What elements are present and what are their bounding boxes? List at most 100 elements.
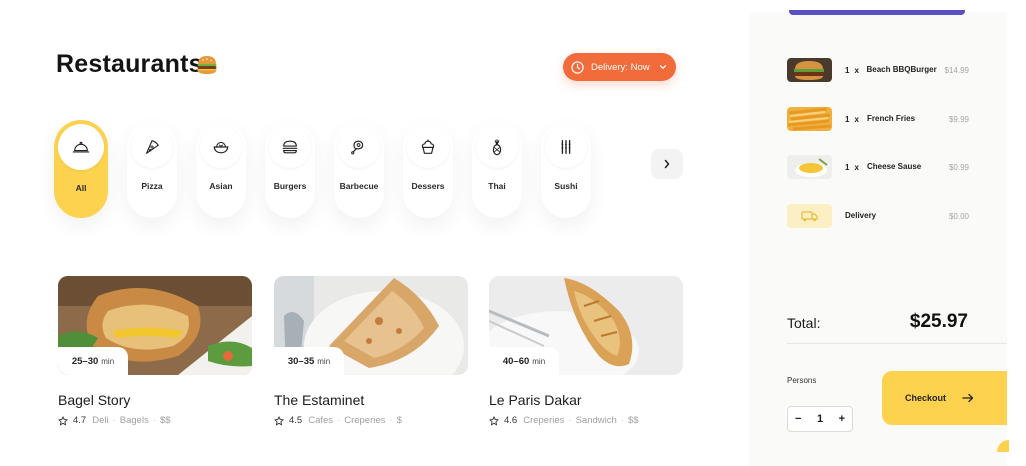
panel-top-accent — [789, 10, 965, 15]
cupcake-icon — [421, 139, 435, 154]
restaurant-rating: 4.5 — [289, 415, 303, 426]
total-value: $25.97 — [909, 311, 968, 332]
restaurant-name: The Estaminet — [274, 392, 365, 408]
checkout-label: Checkout — [905, 393, 947, 403]
delivery-time-unit: min — [532, 356, 546, 366]
restaurant-tag: Bagels — [119, 415, 149, 426]
order-item-thumbnail — [787, 155, 832, 179]
order-item-qty-value: 1 — [845, 162, 850, 172]
restaurant-meta: 4.7 Deli · Bagels · $$ — [58, 415, 252, 426]
category-thai[interactable]: Thai — [472, 122, 522, 218]
order-item-qty: 1x — [845, 66, 866, 75]
tag-separator: · — [389, 415, 393, 426]
order-item-qty: 1x — [845, 163, 867, 172]
tag-separator: · — [112, 415, 116, 426]
chopsticks-icon — [561, 140, 571, 154]
persons-stepper: − 1 + — [787, 406, 853, 432]
tag-separator: · — [337, 415, 341, 426]
category-sushi[interactable]: Sushi — [541, 122, 591, 218]
restaurant-tag: Deli — [92, 415, 109, 426]
delivery-price: $0.00 — [948, 211, 969, 221]
order-item-qty-value: 1 — [845, 114, 850, 124]
chevron-right-icon — [664, 159, 670, 169]
category-label: Burgers — [273, 181, 307, 191]
cloche-icon — [72, 141, 90, 153]
category-pizza[interactable]: Pizza — [127, 122, 177, 218]
delivery-time-unit: min — [101, 356, 115, 366]
order-item-name: French Fries — [867, 114, 916, 123]
meat-icon — [351, 140, 364, 155]
category-label: Asian — [209, 181, 233, 191]
category-label: Pizza — [141, 181, 163, 191]
restaurant-card[interactable]: 25–30 min Bagel Story 4.7 Deli · Bagels … — [58, 276, 252, 426]
categories-next-button[interactable] — [651, 149, 683, 179]
order-item[interactable]: 1x Cheese Sause $0.99 — [787, 154, 969, 180]
delivery-time-dropdown[interactable]: Delivery: Now — [563, 53, 676, 81]
order-item-price: $0.99 — [948, 162, 969, 172]
restaurant-photo: 25–30 min — [58, 276, 252, 375]
category-burgers[interactable]: Burgers — [265, 122, 315, 218]
restaurant-tag: Cafes — [308, 415, 334, 426]
category-desserts[interactable]: Dessers — [403, 122, 453, 218]
cheese-sauce-thumbnail-image — [787, 155, 832, 179]
restaurant-name: Bagel Story — [58, 392, 131, 408]
order-item-price: $14.99 — [944, 65, 969, 75]
delivery-time-value: 30–35 — [287, 355, 315, 367]
persons-label: Persons — [787, 376, 817, 385]
restaurant-tag: Sandwich — [575, 415, 617, 426]
order-item-name: Beach BBQBurger — [866, 65, 937, 74]
category-label: Dessers — [411, 181, 445, 191]
category-label: Sushi — [554, 181, 578, 191]
restaurant-price-level: $$ — [160, 415, 171, 426]
chevron-down-icon — [659, 65, 666, 70]
star-icon — [489, 415, 499, 425]
order-item-times: x — [854, 114, 859, 124]
restaurant-photo: 40–60 min — [489, 276, 683, 375]
order-item[interactable]: 1x French Fries $9.99 — [787, 106, 969, 132]
page-title: Restaurants — [56, 50, 203, 78]
restaurant-name: Le Paris Dakar — [489, 392, 582, 408]
clock-icon — [571, 60, 584, 74]
category-label: Barbecue — [339, 181, 379, 191]
burger-thumbnail-image — [787, 58, 832, 82]
restaurant-tag: Creperies — [344, 415, 386, 426]
restaurant-meta: 4.6 Creperies · Sandwich · $$ — [489, 415, 683, 426]
divider — [787, 343, 1007, 344]
category-all[interactable]: All — [54, 120, 108, 218]
restaurant-rating: 4.6 — [504, 415, 518, 426]
tag-separator: · — [568, 415, 572, 426]
persons-increment-button[interactable]: + — [839, 413, 845, 425]
order-delivery-row: Delivery $0.00 — [787, 203, 969, 229]
burger-emoji-icon — [197, 56, 217, 74]
persons-count: 1 — [816, 413, 824, 425]
order-item-price: $9.99 — [948, 114, 969, 124]
delivery-truck-icon — [787, 204, 832, 228]
restaurant-card[interactable]: 30–35 min The Estaminet 4.5 Cafes · Crep… — [274, 276, 468, 426]
order-item-name: Cheese Sause — [867, 162, 922, 171]
total-label: Total: — [787, 315, 821, 331]
restaurant-tag: Creperies — [523, 415, 565, 426]
category-asian[interactable]: Asian — [196, 122, 246, 218]
order-item-times: x — [854, 162, 859, 172]
order-panel: 1x Beach BBQBurger $14.99 1x French Frie… — [749, 10, 1009, 466]
tag-separator: · — [152, 415, 156, 426]
delivery-time-unit: min — [317, 356, 331, 366]
delivery-name: Delivery — [845, 211, 877, 220]
delivery-thumbnail — [787, 204, 832, 228]
category-barbecue[interactable]: Barbecue — [334, 122, 384, 218]
tag-separator: · — [620, 415, 624, 426]
corner-accent — [997, 440, 1009, 452]
persons-decrement-button[interactable]: − — [795, 413, 801, 425]
star-icon — [58, 415, 68, 425]
restaurant-card[interactable]: 40–60 min Le Paris Dakar 4.6 Creperies ·… — [489, 276, 683, 426]
order-item-times: x — [854, 65, 859, 75]
burger-icon — [282, 140, 298, 154]
order-item-qty: 1x — [845, 115, 867, 124]
checkout-button[interactable]: Checkout — [882, 371, 1007, 425]
restaurant-price-level: $ — [396, 415, 402, 426]
category-label: All — [75, 183, 87, 193]
pineapple-icon — [492, 139, 502, 156]
delivery-time-badge: 40–60 min — [489, 347, 559, 375]
order-item[interactable]: 1x Beach BBQBurger $14.99 — [787, 57, 969, 83]
restaurant-photo: 30–35 min — [274, 276, 468, 375]
